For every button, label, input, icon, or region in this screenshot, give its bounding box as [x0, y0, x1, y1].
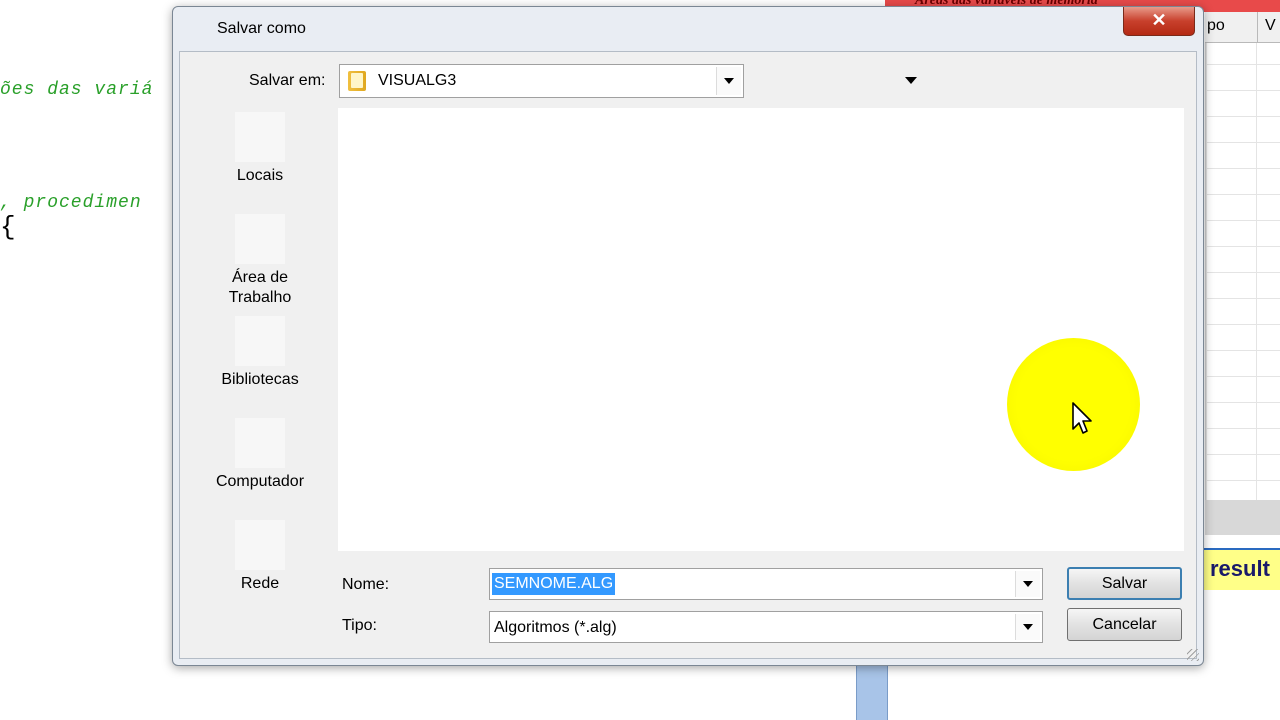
file-name-input[interactable]: SEMNOME.ALG: [489, 568, 1043, 600]
folder-icon: [348, 71, 366, 91]
computer-icon: [235, 418, 285, 468]
view-menu-chevron-icon[interactable]: [905, 77, 917, 84]
chevron-down-icon[interactable]: [1015, 614, 1040, 640]
variables-grid-header: po V: [1205, 12, 1280, 43]
close-button[interactable]: ✕: [1123, 7, 1195, 36]
code-line-1: ões das variá: [0, 80, 154, 100]
result-panel-label: result: [1210, 556, 1270, 581]
close-icon: ✕: [1151, 10, 1167, 30]
resize-grip[interactable]: [1187, 649, 1199, 661]
file-list[interactable]: [338, 108, 1184, 551]
save-in-label: Salvar em:: [249, 72, 326, 89]
place-locais[interactable]: Locais: [200, 112, 320, 192]
file-type-select[interactable]: Algoritmos (*.alg): [489, 611, 1043, 643]
grid-header-divider: [1257, 12, 1258, 42]
place-label: Rede: [240, 575, 280, 592]
type-label: Tipo:: [342, 617, 377, 634]
dialog-title: Salvar como: [217, 20, 306, 37]
place-area-de-trabalho[interactable]: Área de Trabalho: [200, 214, 320, 309]
libraries-icon: [235, 316, 285, 366]
place-computador[interactable]: Computador: [200, 418, 320, 498]
result-panel-header: result: [1200, 548, 1280, 590]
network-icon: [235, 520, 285, 570]
place-bibliotecas[interactable]: Bibliotecas: [200, 316, 320, 396]
code-line-2: , procedimen: [0, 193, 142, 213]
place-label: Bibliotecas: [221, 371, 299, 388]
file-name-value: SEMNOME.ALG: [492, 573, 616, 595]
save-in-dropdown[interactable]: VISUALG3: [339, 64, 744, 98]
cancel-button[interactable]: Cancelar: [1067, 608, 1182, 641]
chevron-down-icon[interactable]: [716, 67, 741, 95]
variables-grid: [1205, 12, 1280, 502]
desktop-icon: [235, 214, 285, 264]
chevron-down-icon[interactable]: [1015, 571, 1040, 597]
variables-grid-scroll: [1205, 500, 1280, 535]
mouse-cursor-icon: [1072, 402, 1092, 434]
grid-header-value: V: [1265, 17, 1276, 34]
name-label: Nome:: [342, 576, 390, 593]
save-button[interactable]: Salvar: [1067, 567, 1182, 600]
recent-places-icon: [235, 112, 285, 162]
place-rede[interactable]: Rede: [200, 520, 320, 600]
file-type-value: Algoritmos (*.alg): [494, 619, 617, 636]
save-in-value: VISUALG3: [378, 72, 457, 89]
place-label: Locais: [236, 167, 284, 184]
code-brace: {: [0, 212, 16, 242]
place-label: Área de Trabalho: [228, 269, 292, 306]
place-label: Computador: [215, 473, 305, 490]
grid-header-type: po: [1207, 17, 1225, 34]
